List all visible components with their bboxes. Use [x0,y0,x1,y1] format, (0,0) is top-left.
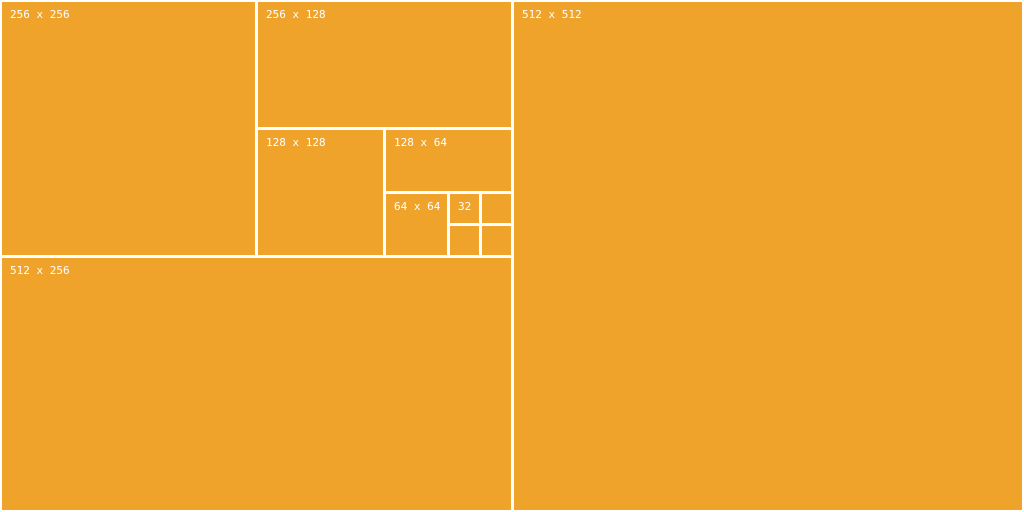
tile-512x512: 512 x 512 [513,1,1023,511]
tile-32x32-b [481,193,512,224]
texture-atlas-diagram: 256 x 256 256 x 128 128 x 128 128 x 64 6… [0,0,1024,512]
tile-256x256-label: 256 x 256 [10,8,70,21]
tile-256x256: 256 x 256 [1,1,256,256]
tile-512x512-label: 512 x 512 [522,8,582,21]
tile-512x256: 512 x 256 [1,257,512,511]
tile-256x128: 256 x 128 [257,1,512,128]
tile-32x32-label: 32 [458,200,472,213]
tile-256x128-label: 256 x 128 [266,8,326,21]
tile-128x128-label: 128 x 128 [266,136,326,149]
tile-512x256-label: 512 x 256 [10,264,70,277]
tile-32x32-d [481,225,512,256]
tile-32x32-c [449,225,480,256]
tile-64x64: 64 x 64 [385,193,448,256]
tile-128x64: 128 x 64 [385,129,512,192]
tile-32x32-a: 32 [449,193,480,224]
tile-128x128: 128 x 128 [257,129,384,256]
tile-128x64-label: 128 x 64 [394,136,447,149]
tile-64x64-label: 64 x 64 [394,200,441,213]
